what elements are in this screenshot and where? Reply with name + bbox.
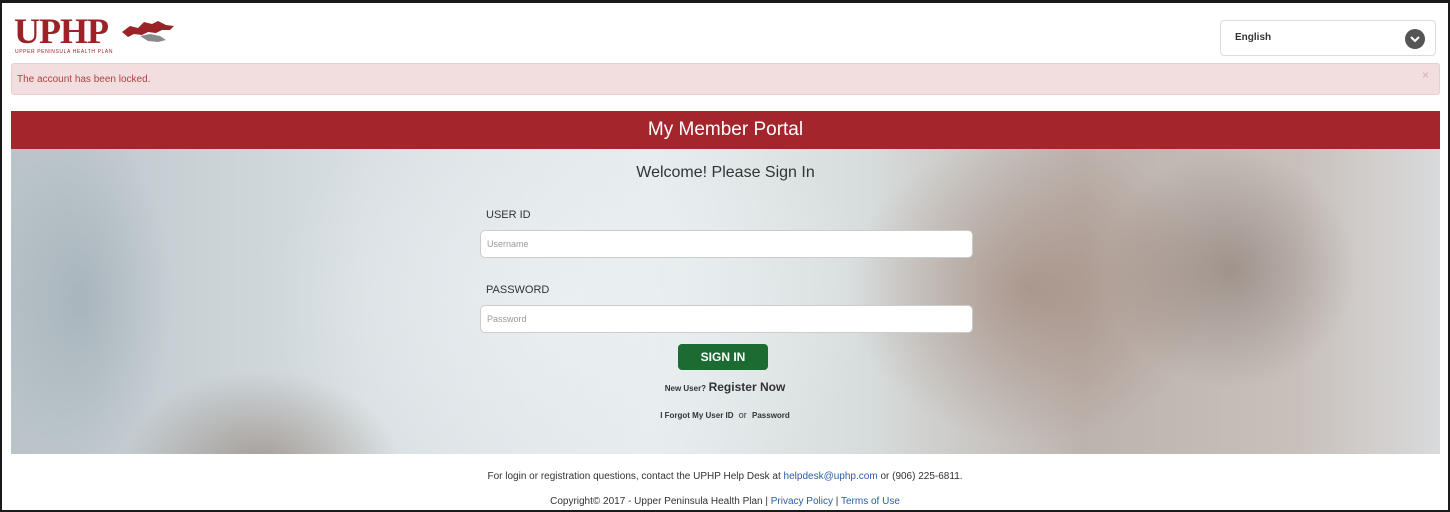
forgot-user-id-link[interactable]: I Forgot My User ID bbox=[660, 411, 733, 420]
peninsula-map-icon bbox=[122, 21, 174, 42]
portal-title-bar: My Member Portal bbox=[11, 111, 1440, 149]
uphp-logo[interactable]: UPHP UPPER PENINSULA HEALTH PLAN bbox=[14, 12, 184, 62]
sign-in-hero: Welcome! Please Sign In bbox=[11, 149, 1440, 454]
user-id-label: USER ID bbox=[486, 209, 531, 221]
logo-wordmark: UPHP bbox=[14, 11, 109, 51]
contact-prefix: For login or registration questions, con… bbox=[487, 471, 781, 482]
close-icon[interactable]: × bbox=[1422, 68, 1429, 82]
header: UPHP UPPER PENINSULA HEALTH PLAN English bbox=[8, 8, 1440, 62]
privacy-policy-link[interactable]: Privacy Policy bbox=[771, 496, 833, 507]
contact-suffix: or (906) 225-6811. bbox=[880, 471, 963, 482]
logo-subtitle: UPPER PENINSULA HEALTH PLAN bbox=[15, 49, 114, 55]
welcome-heading: Welcome! Please Sign In bbox=[636, 164, 815, 181]
page-title: My Member Portal bbox=[647, 119, 804, 140]
footer-separator: | bbox=[835, 496, 839, 507]
or-separator: or bbox=[738, 410, 747, 420]
sign-in-button[interactable]: SIGN IN bbox=[678, 344, 768, 370]
copyright-text: Copyright© 2017 - Upper Peninsula Health… bbox=[550, 496, 768, 507]
terms-of-use-link[interactable]: Terms of Use bbox=[841, 496, 900, 507]
password-input[interactable] bbox=[480, 305, 973, 333]
forgot-password-link[interactable]: Password bbox=[752, 411, 790, 420]
new-user-row: New User? Register Now bbox=[0, 380, 1450, 394]
help-desk-notice: For login or registration questions, con… bbox=[0, 471, 1450, 482]
language-value: English bbox=[1235, 32, 1272, 43]
password-label: PASSWORD bbox=[486, 284, 550, 296]
copyright-row: Copyright© 2017 - Upper Peninsula Health… bbox=[0, 496, 1450, 507]
language-select[interactable]: English bbox=[1220, 20, 1436, 56]
register-now-link[interactable]: Register Now bbox=[709, 380, 786, 394]
alert-message: The account has been locked. bbox=[17, 74, 151, 85]
error-alert: The account has been locked. × bbox=[11, 63, 1440, 95]
new-user-prefix: New User? bbox=[664, 384, 707, 393]
forgot-credentials-row: I Forgot My User ID or Password bbox=[0, 410, 1450, 420]
chevron-down-icon[interactable] bbox=[1405, 29, 1425, 49]
help-desk-email-link[interactable]: helpdesk@uphp.com bbox=[784, 471, 878, 482]
username-input[interactable] bbox=[480, 230, 973, 258]
